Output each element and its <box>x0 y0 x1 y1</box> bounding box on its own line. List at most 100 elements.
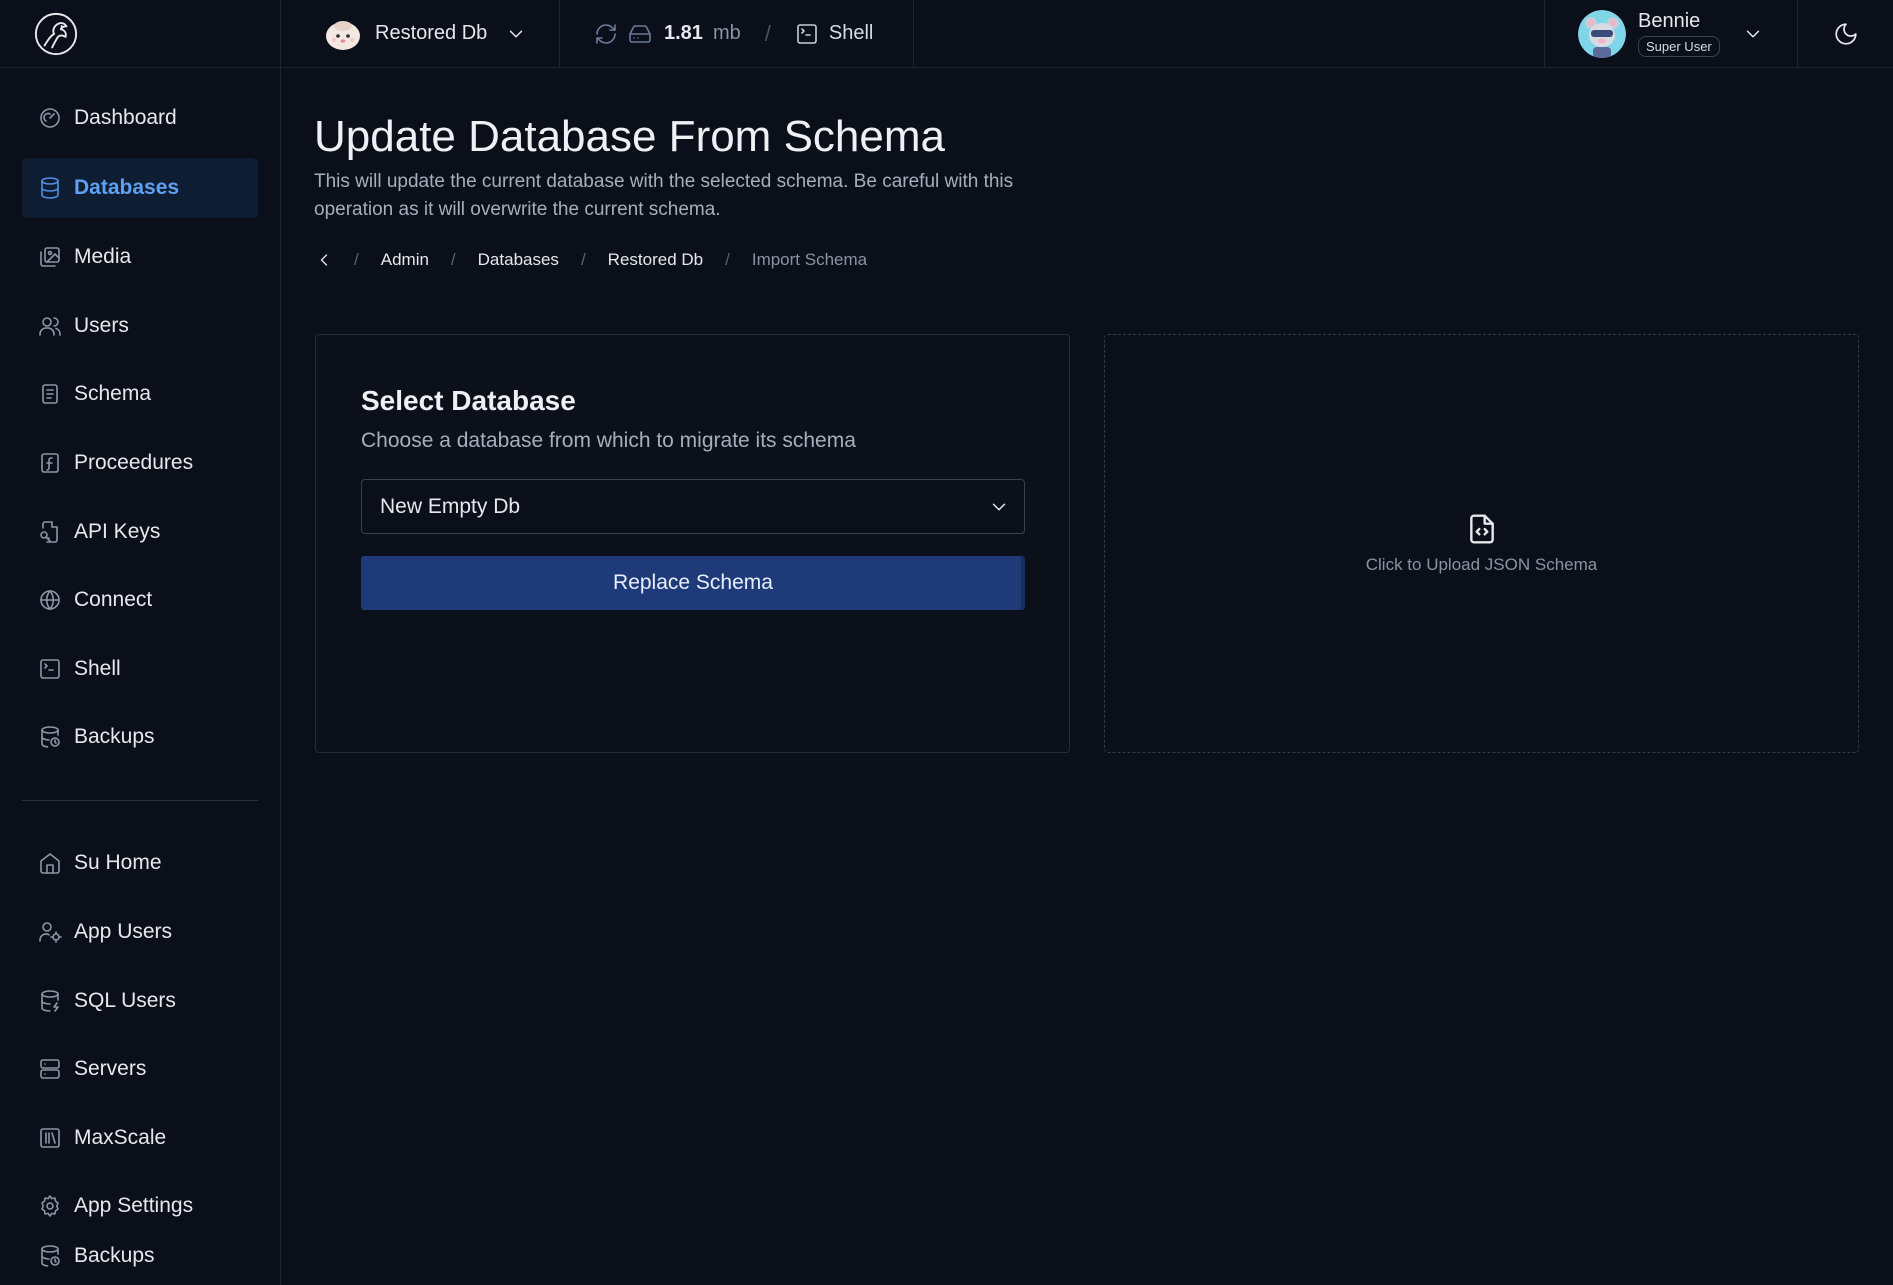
chevron-down-icon <box>1746 30 1759 37</box>
breadcrumb-admin[interactable]: Admin <box>381 250 429 270</box>
gauge-icon <box>40 108 60 128</box>
sidebar-item-media[interactable]: Media <box>22 227 258 287</box>
chevron-left-icon[interactable] <box>314 250 334 270</box>
sidebar-item-dashboard[interactable]: Dashboard <box>22 88 258 148</box>
database-switcher[interactable]: Restored Db <box>281 0 560 67</box>
user-avatar <box>1578 9 1626 58</box>
database-size-unit: mb <box>712 22 741 44</box>
header-shell-link[interactable]: Shell <box>795 22 873 46</box>
sidebar-item-maxscale[interactable]: MaxScale <box>22 1108 258 1168</box>
library-icon <box>40 1128 60 1148</box>
database-zap-icon <box>41 990 59 1012</box>
sidebar-item-label: Su Home <box>74 851 162 874</box>
replace-schema-button[interactable]: Replace Schema <box>361 556 1025 610</box>
function-icon <box>41 453 59 473</box>
sidebar-item-label: MaxScale <box>74 1126 167 1149</box>
users-icon <box>39 317 61 336</box>
logo-cell <box>0 0 281 67</box>
server-icon <box>40 1059 60 1079</box>
sidebar-item-label: Backups <box>74 725 155 748</box>
sidebar-item-label: API Keys <box>74 520 161 543</box>
breadcrumb-separator: / <box>450 250 456 269</box>
breadcrumb-databases[interactable]: Databases <box>478 250 559 270</box>
sidebar-item-label: Schema <box>74 382 152 405</box>
schema-icon <box>42 384 58 404</box>
sidebar-item-su-home[interactable]: Su Home <box>22 833 258 893</box>
database-icon <box>41 177 59 199</box>
sidebar-item-users[interactable]: Users <box>22 296 258 356</box>
card-title: Select Database <box>361 385 576 416</box>
key-file-icon <box>40 521 58 543</box>
file-code-icon <box>1469 513 1494 544</box>
sidebar-item-databases[interactable]: Databases <box>22 158 258 218</box>
header-separator: / <box>764 20 771 46</box>
upload-json-schema-dropzone[interactable]: Click to Upload JSON Schema <box>1104 334 1859 753</box>
breadcrumb: / Admin / Databases / Restored Db / Impo… <box>314 250 867 270</box>
user-cog-icon <box>39 922 62 943</box>
sidebar-item-servers[interactable]: Servers <box>22 1039 258 1099</box>
app-logo-icon[interactable] <box>33 11 79 57</box>
sidebar-item-api-keys[interactable]: API Keys <box>22 502 258 562</box>
breadcrumb-separator: / <box>725 250 730 269</box>
sidebar-item-sql-users[interactable]: SQL Users <box>22 971 258 1031</box>
database-backup-icon <box>41 1245 60 1267</box>
sidebar-item-proceedures[interactable]: Proceedures <box>22 433 258 493</box>
breadcrumb-import-schema: Import Schema <box>751 250 868 269</box>
sidebar-item-backups[interactable]: Backups <box>22 707 258 767</box>
sidebar-item-label: Users <box>74 314 129 337</box>
user-info: Bennie Super User <box>1638 10 1720 57</box>
sidebar-divider <box>22 800 258 801</box>
sidebar-item-shell[interactable]: Shell <box>22 639 258 699</box>
breadcrumb-separator: / <box>354 250 359 269</box>
database-stats: 1.81 mb / Shell <box>560 0 914 67</box>
select-database-card: Select Database Choose a database from w… <box>315 334 1070 753</box>
breadcrumb-restored-db[interactable]: Restored Db <box>608 250 703 270</box>
page-title: Update Database From Schema <box>314 112 945 161</box>
card-subtitle: Choose a database from which to migrate … <box>361 429 856 452</box>
sidebar-item-schema[interactable]: Schema <box>22 364 258 424</box>
hard-drive-icon <box>629 24 651 43</box>
sidebar-item-label: App Users <box>74 920 173 943</box>
refresh-icon[interactable] <box>594 22 618 46</box>
sidebar-item-label: Databases <box>74 176 180 199</box>
terminal-icon <box>797 23 817 44</box>
top-header: Restored Db 1.81 mb / Shell Bennie Super… <box>0 0 1893 68</box>
sidebar-item-label: Servers <box>74 1057 147 1080</box>
sidebar-item-app-settings[interactable]: App Settings <box>22 1176 258 1236</box>
user-name: Bennie <box>1638 10 1701 32</box>
sidebar: Dashboard Databases Media Users Schema P… <box>0 68 281 1285</box>
moon-icon <box>1834 22 1857 45</box>
header-spacer <box>914 0 1544 67</box>
terminal-icon <box>40 659 60 679</box>
page-description: This will update the current database wi… <box>314 171 1014 220</box>
database-avatar-icon <box>326 20 360 50</box>
upload-label: Click to Upload JSON Schema <box>1365 554 1598 574</box>
settings-icon <box>41 1195 59 1217</box>
database-backup-icon <box>41 726 60 748</box>
database-size-value: 1.81 <box>664 22 703 44</box>
sidebar-item-app-users[interactable]: App Users <box>22 902 258 962</box>
sidebar-item-label: Proceedures <box>74 451 194 474</box>
breadcrumb-separator: / <box>580 250 586 269</box>
theme-toggle[interactable] <box>1798 0 1893 67</box>
sidebar-item-label: Backups <box>74 1244 155 1267</box>
user-role-badge: Super User <box>1638 36 1720 57</box>
globe-icon <box>40 590 60 610</box>
chevron-down-icon <box>992 503 1006 510</box>
sidebar-item-label: Connect <box>74 588 153 611</box>
user-menu[interactable]: Bennie Super User <box>1544 0 1798 67</box>
sidebar-item-label: Dashboard <box>74 106 177 129</box>
sidebar-item-label: App Settings <box>74 1194 194 1217</box>
sidebar-item-connect[interactable]: Connect <box>22 570 258 630</box>
header-shell-label: Shell <box>828 22 874 44</box>
sidebar-item-label: Shell <box>74 657 121 680</box>
sidebar-item-label: SQL Users <box>74 989 176 1012</box>
database-select[interactable]: New Empty Db <box>361 479 1025 534</box>
database-name: Restored Db <box>375 22 488 44</box>
home-icon <box>40 853 60 874</box>
images-icon <box>40 247 60 267</box>
chevron-down-icon <box>510 30 523 37</box>
database-select-value: New Empty Db <box>380 494 521 518</box>
sidebar-item-admin-backups[interactable]: Backups <box>22 1234 258 1284</box>
sidebar-item-label: Media <box>74 245 132 268</box>
